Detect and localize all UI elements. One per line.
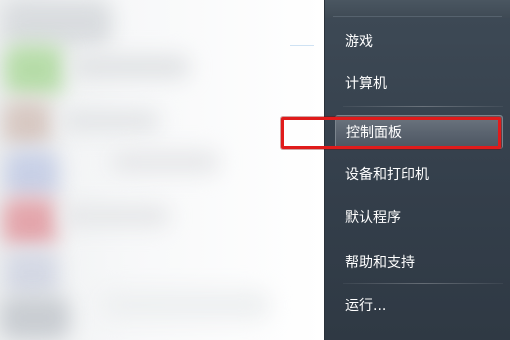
blurred-program-icon bbox=[4, 250, 59, 296]
blurred-program-entry bbox=[2, 0, 112, 46]
blurred-program-label bbox=[60, 205, 170, 227]
divider bbox=[343, 106, 503, 107]
blurred-search-area bbox=[100, 290, 270, 320]
menu-item-devices-printers[interactable]: 设备和打印机 bbox=[325, 157, 510, 191]
blurred-program-label bbox=[70, 55, 190, 79]
divider bbox=[343, 283, 503, 284]
blurred-program-label bbox=[110, 150, 220, 174]
menu-item-games[interactable]: 游戏 bbox=[325, 24, 510, 58]
menu-item-help-support[interactable]: 帮助和支持 bbox=[325, 245, 510, 279]
divider bbox=[290, 45, 314, 46]
menu-item-label: 运行... bbox=[345, 298, 387, 314]
start-menu-right-panel: 游戏 计算机 控制面板 设备和打印机 默认程序 帮助和支持 运行... bbox=[324, 0, 510, 340]
divider bbox=[333, 16, 502, 17]
menu-item-computer[interactable]: 计算机 bbox=[325, 66, 510, 100]
menu-item-label: 设备和打印机 bbox=[345, 167, 429, 183]
blurred-program-icon bbox=[0, 296, 70, 340]
menu-item-label: 游戏 bbox=[345, 34, 373, 50]
blurred-program-icon bbox=[2, 198, 57, 246]
menu-item-label: 默认程序 bbox=[345, 210, 401, 226]
blurred-program-icon bbox=[2, 100, 52, 146]
menu-item-label: 帮助和支持 bbox=[345, 255, 415, 271]
blurred-program-icon bbox=[4, 150, 59, 198]
blurred-program-label bbox=[60, 110, 160, 132]
blurred-program-icon bbox=[4, 45, 64, 95]
menu-item-default-programs[interactable]: 默认程序 bbox=[325, 200, 510, 234]
menu-item-run[interactable]: 运行... bbox=[325, 288, 510, 322]
menu-item-label: 计算机 bbox=[345, 76, 387, 92]
programs-list-pane bbox=[0, 0, 324, 340]
red-highlight-box bbox=[281, 117, 501, 149]
